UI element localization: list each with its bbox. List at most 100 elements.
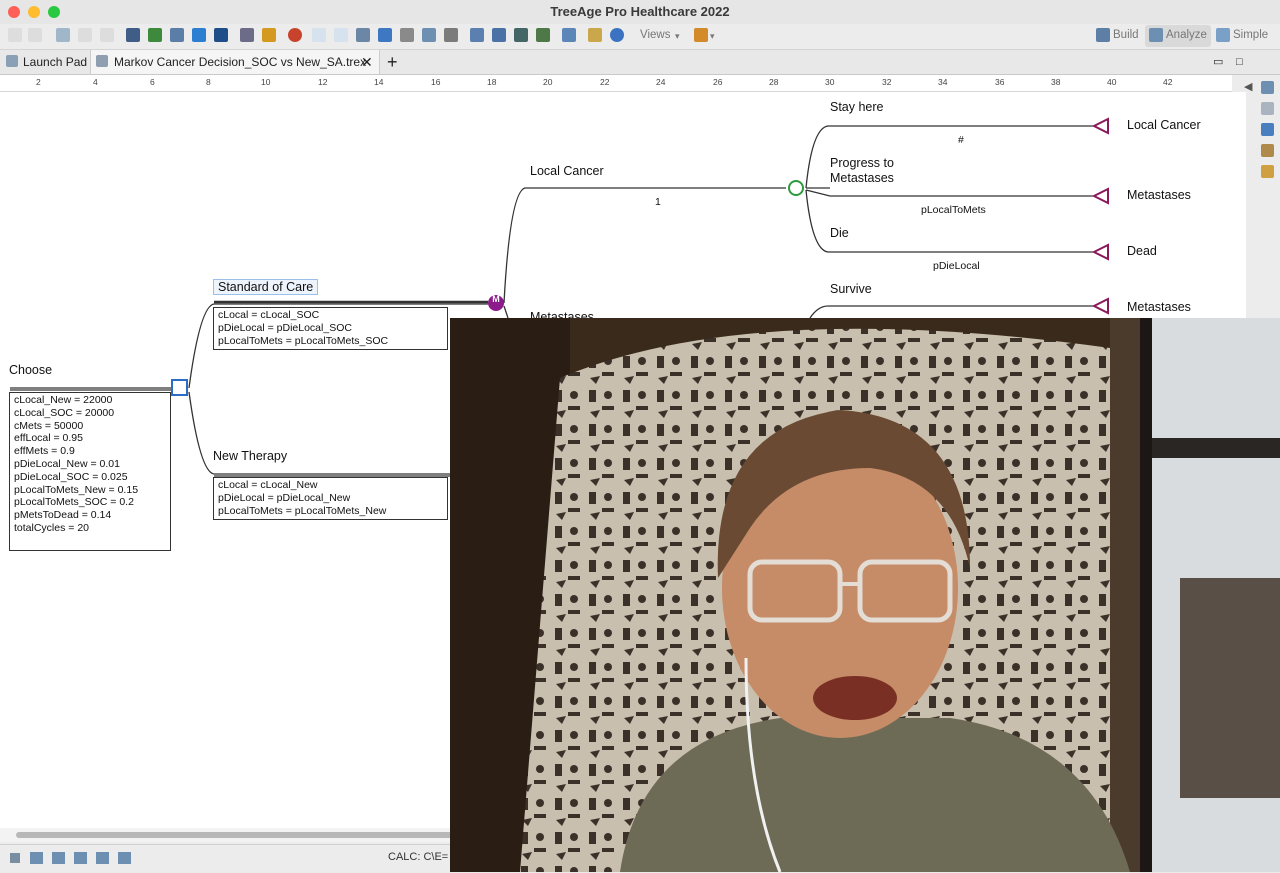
terminal-node-metastases[interactable] bbox=[1091, 187, 1109, 205]
build-mode-button[interactable]: Build bbox=[1113, 29, 1139, 41]
webcam-overlay bbox=[450, 318, 1280, 872]
nodes-icon[interactable] bbox=[470, 28, 484, 42]
collapse-panel-icon[interactable]: ◀ bbox=[1244, 80, 1252, 93]
definition-line: effMets = 0.9 bbox=[14, 445, 75, 458]
list-icon[interactable] bbox=[334, 28, 348, 42]
definition-line: cLocal = cLocal_SOC bbox=[218, 309, 320, 321]
definition-line: pLocalToMets_SOC = 0.2 bbox=[14, 496, 134, 509]
tools-icon[interactable] bbox=[1261, 144, 1274, 157]
status-icon[interactable] bbox=[10, 853, 20, 863]
webcam-scene bbox=[450, 318, 1280, 872]
terminal-label-dead[interactable]: Dead bbox=[1127, 244, 1157, 258]
line-chart-icon[interactable] bbox=[312, 28, 326, 42]
definition-line: cLocal = cLocal_New bbox=[218, 479, 318, 491]
views-menu[interactable]: Views bbox=[640, 29, 670, 41]
redo-icon[interactable] bbox=[28, 28, 42, 42]
cube-icon[interactable] bbox=[400, 28, 414, 42]
minimize-editor-icon[interactable]: ▭ bbox=[1213, 50, 1223, 74]
maximize-editor-icon[interactable]: □ bbox=[1236, 50, 1243, 74]
help-icon[interactable] bbox=[610, 28, 624, 42]
close-tab-icon[interactable]: ✕ bbox=[361, 50, 373, 74]
tree-green-icon[interactable] bbox=[148, 28, 162, 42]
terminal-node-local-cancer[interactable] bbox=[1091, 117, 1109, 135]
root-definitions-box[interactable]: cLocal_New = 22000 cLocal_SOC = 20000 cM… bbox=[9, 392, 171, 551]
save-icon[interactable] bbox=[214, 28, 228, 42]
tab-launch-pad[interactable]: Launch Pad bbox=[23, 50, 87, 74]
ruler-tick: 12 bbox=[318, 77, 328, 87]
title-bar: TreeAge Pro Healthcare 2022 bbox=[0, 0, 1280, 25]
check-icon[interactable] bbox=[192, 28, 206, 42]
undo-icon[interactable] bbox=[8, 28, 22, 42]
terminal-node-metastases-survive[interactable] bbox=[1091, 297, 1109, 315]
stay-here-label[interactable]: Stay here bbox=[830, 100, 884, 114]
tab-markov-cancer-decision[interactable]: Markov Cancer Decision_SOC vs New_SA.tre… bbox=[114, 50, 366, 74]
simple-mode-button[interactable]: Simple bbox=[1233, 29, 1268, 41]
home-icon[interactable] bbox=[56, 28, 70, 42]
ruler-tick: 20 bbox=[543, 77, 553, 87]
stay-here-prob: # bbox=[958, 134, 964, 146]
network-icon[interactable] bbox=[170, 28, 184, 42]
molecule-icon[interactable] bbox=[492, 28, 506, 42]
calc-status-text: CALC: C\E= bbox=[388, 851, 449, 863]
metastases-state-label[interactable]: Metastases bbox=[530, 310, 594, 318]
markov-node-label: M bbox=[492, 294, 500, 304]
definition-line: pLocalToMets = pLocalToMets_New bbox=[218, 504, 387, 517]
plugin-chevron-down-icon[interactable]: ▾ bbox=[710, 31, 715, 42]
tree-search-icon[interactable] bbox=[536, 28, 550, 42]
back-icon[interactable] bbox=[78, 28, 92, 42]
new-therapy-definitions-box[interactable]: cLocal = cLocal_New pDieLocal = pDieLoca… bbox=[213, 477, 448, 520]
progress-label[interactable]: Progress to Metastases bbox=[830, 156, 920, 186]
standard-of-care-label[interactable]: Standard of Care bbox=[213, 279, 319, 295]
root-node-label[interactable]: Choose bbox=[9, 363, 52, 377]
terminal-label-metastases[interactable]: Metastases bbox=[1127, 188, 1191, 202]
views-chevron-down-icon[interactable]: ▾ bbox=[675, 31, 680, 42]
definition-line: cLocal_SOC = 20000 bbox=[14, 406, 115, 419]
definition-line: totalCycles = 20 bbox=[14, 521, 89, 534]
filter-icon[interactable] bbox=[378, 28, 392, 42]
local-cancer-state-label[interactable]: Local Cancer bbox=[530, 164, 604, 178]
new-tab-icon[interactable]: + bbox=[387, 50, 398, 74]
gear-icon[interactable] bbox=[262, 28, 276, 42]
help-panel-icon[interactable] bbox=[1261, 123, 1274, 136]
terminal-label-local-cancer[interactable]: Local Cancer bbox=[1127, 118, 1201, 132]
clipboard-icon[interactable] bbox=[562, 28, 576, 42]
properties-icon[interactable] bbox=[1261, 81, 1274, 94]
chance-node[interactable] bbox=[788, 180, 804, 196]
calculator-icon[interactable] bbox=[240, 28, 254, 42]
tree-icon[interactable] bbox=[126, 28, 140, 42]
ruler-tick: 16 bbox=[431, 77, 441, 87]
home-icon bbox=[6, 55, 18, 67]
ruler-tick: 14 bbox=[374, 77, 384, 87]
local-cancer-prob: 1 bbox=[655, 196, 661, 208]
terminal-node-dead[interactable] bbox=[1091, 243, 1109, 261]
wand-icon[interactable] bbox=[1261, 165, 1274, 178]
tree-view-icon[interactable] bbox=[30, 852, 43, 864]
model-view-icon[interactable] bbox=[52, 852, 65, 864]
network-view-icon[interactable] bbox=[96, 852, 109, 864]
survive-label[interactable]: Survive bbox=[830, 282, 872, 296]
analyze-mode-button[interactable]: Analyze bbox=[1166, 29, 1207, 41]
die-label[interactable]: Die bbox=[830, 226, 849, 240]
stack-icon[interactable] bbox=[422, 28, 436, 42]
soc-definitions-box[interactable]: cLocal = cLocal_SOC pDieLocal = pDieLoca… bbox=[213, 307, 448, 350]
layers-icon[interactable] bbox=[444, 28, 458, 42]
ruler-tick: 32 bbox=[882, 77, 892, 87]
variables-view-icon[interactable] bbox=[74, 852, 87, 864]
table-icon[interactable] bbox=[356, 28, 370, 42]
ruler-tick: 42 bbox=[1163, 77, 1173, 87]
home-view-icon[interactable] bbox=[118, 852, 131, 864]
ruler-tick: 40 bbox=[1107, 77, 1117, 87]
new-therapy-label[interactable]: New Therapy bbox=[213, 449, 287, 463]
forward-icon[interactable] bbox=[100, 28, 114, 42]
search-tree-icon[interactable] bbox=[514, 28, 528, 42]
ruler-tick: 30 bbox=[825, 77, 835, 87]
grid-icon[interactable] bbox=[1261, 102, 1274, 115]
decision-node[interactable] bbox=[171, 379, 188, 396]
simple-icon bbox=[1216, 28, 1230, 42]
wand-icon[interactable] bbox=[588, 28, 602, 42]
plugin-icon[interactable] bbox=[694, 28, 708, 42]
pie-chart-icon[interactable] bbox=[288, 28, 302, 42]
scrollbar-thumb[interactable] bbox=[16, 832, 456, 838]
terminal-label-metastases-survive[interactable]: Metastases bbox=[1127, 300, 1191, 314]
die-prob: pDieLocal bbox=[933, 260, 980, 272]
